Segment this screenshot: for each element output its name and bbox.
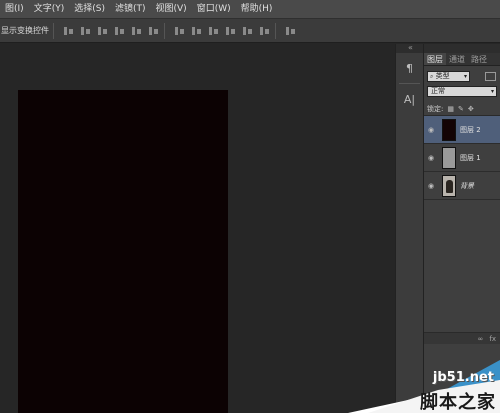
chevron-down-icon: ▾	[463, 73, 467, 80]
distribute-hcenter-icon[interactable]	[241, 25, 254, 37]
collapse-icon[interactable]: «	[408, 43, 413, 52]
layer-thumbnail	[442, 118, 456, 141]
chevron-down-icon: ▾	[490, 88, 494, 95]
layer-filter-row: ⌕ 类型 ▾	[424, 69, 500, 84]
menu-filter[interactable]: 滤镜(T)	[110, 0, 151, 19]
distribute-right-icon[interactable]	[258, 25, 271, 37]
layer-row[interactable]: ◉ 图层 1	[424, 144, 500, 172]
filter-type-label: 类型	[435, 72, 450, 80]
align-vcenter-icon[interactable]	[79, 25, 92, 37]
layer-name: 图层 2	[460, 125, 481, 134]
layer-thumbnail	[442, 174, 456, 197]
link-layers-icon[interactable]: ∞	[478, 335, 484, 343]
tab-layers[interactable]: 图层	[424, 53, 446, 65]
filter-image-icon[interactable]	[485, 72, 496, 81]
lock-brush-icon[interactable]: ✎	[458, 105, 464, 113]
tab-channels[interactable]: 通道	[446, 53, 468, 65]
menu-bar: 图(I) 文字(Y) 选择(S) 滤镜(T) 视图(V) 窗口(W) 帮助(H)	[0, 0, 500, 19]
lock-row: 锁定: ▦ ✎ ✥	[424, 102, 500, 116]
panel-footer: ∞ fx	[424, 332, 500, 344]
lock-label: 锁定:	[427, 104, 444, 113]
align-hcenter-icon[interactable]	[130, 25, 143, 37]
distribute-vcenter-icon[interactable]	[190, 25, 203, 37]
document-canvas[interactable]	[18, 90, 228, 413]
menu-type[interactable]: 文字(Y)	[29, 0, 70, 19]
options-divider	[164, 22, 165, 39]
tab-paths[interactable]: 路径	[468, 53, 490, 65]
panel-dock-column: ¶ A|	[395, 44, 424, 413]
lock-transparency-icon[interactable]: ▦	[447, 105, 454, 113]
align-right-icon[interactable]	[147, 25, 160, 37]
visibility-eye-icon[interactable]: ◉	[424, 182, 438, 190]
menu-image[interactable]: 图(I)	[0, 0, 29, 19]
blend-mode-label: 正常	[431, 87, 445, 95]
blend-mode-row: 正常 ▾	[424, 86, 500, 100]
canvas-workspace[interactable]	[0, 44, 394, 413]
paragraph-panel-icon[interactable]: ¶	[399, 57, 421, 79]
auto-align-icon[interactable]	[284, 25, 297, 37]
watermark-text: 脚本之家	[420, 392, 496, 413]
menu-select[interactable]: 选择(S)	[69, 0, 110, 19]
align-left-icon[interactable]	[113, 25, 126, 37]
filter-type-select[interactable]: ⌕ 类型 ▾	[427, 71, 470, 82]
show-transform-controls-label[interactable]: 显示变换控件	[0, 25, 49, 36]
layer-thumbnail	[442, 146, 456, 169]
layer-style-icon[interactable]: fx	[489, 335, 496, 343]
distribute-bottom-icon[interactable]	[207, 25, 220, 37]
options-divider	[275, 22, 276, 39]
distribute-left-icon[interactable]	[224, 25, 237, 37]
panel-tabs: 图层 通道 路径	[424, 53, 500, 66]
character-panel-icon[interactable]: A|	[399, 88, 421, 110]
watermark-url: jb51.net	[432, 370, 494, 385]
options-divider	[53, 22, 54, 39]
visibility-eye-icon[interactable]: ◉	[424, 154, 438, 162]
options-bar: 显示变换控件	[0, 19, 500, 43]
menu-view[interactable]: 视图(V)	[151, 0, 192, 19]
watermark: jb51.net 脚本之家	[348, 360, 500, 413]
align-bottom-icon[interactable]	[96, 25, 109, 37]
menu-window[interactable]: 窗口(W)	[192, 0, 236, 19]
align-top-icon[interactable]	[62, 25, 75, 37]
layer-name: 背景	[460, 181, 474, 190]
visibility-eye-icon[interactable]: ◉	[424, 126, 438, 134]
layer-row[interactable]: ◉ 背景	[424, 172, 500, 200]
blend-mode-select[interactable]: 正常 ▾	[427, 86, 497, 97]
menu-help[interactable]: 帮助(H)	[236, 0, 278, 19]
layer-row[interactable]: ◉ 图层 2	[424, 116, 500, 144]
distribute-top-icon[interactable]	[173, 25, 186, 37]
layers-panel: « 图层 通道 路径 ⌕ 类型 ▾ 正常 ▾ 锁定: ▦ ✎ ✥ ◉ 图层 2 …	[408, 43, 500, 413]
layer-name: 图层 1	[460, 153, 481, 162]
panel-header: «	[408, 43, 500, 53]
dock-divider	[399, 83, 420, 84]
lock-move-icon[interactable]: ✥	[468, 105, 474, 113]
search-icon: ⌕	[430, 73, 434, 80]
